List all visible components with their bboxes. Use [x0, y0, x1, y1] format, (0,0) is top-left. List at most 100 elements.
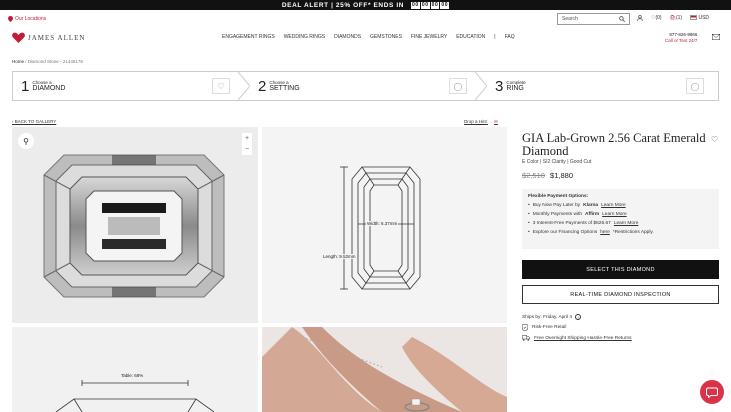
- truck-icon: [522, 335, 530, 341]
- nav-diamonds[interactable]: DIAMONDS: [334, 34, 361, 40]
- wishlist-link[interactable]: ♡(0): [651, 15, 662, 21]
- payment-brand: Affirm: [585, 212, 600, 217]
- shield-check-icon: [522, 324, 528, 331]
- payment-text: Buy Now Pay Later by: [532, 203, 581, 208]
- chat-icon[interactable]: [700, 380, 724, 404]
- step-choose-setting[interactable]: 2 Choose a SETTING ◯: [244, 72, 487, 100]
- drop-a-hint-label: Drop a Hint: [464, 119, 487, 124]
- bullet: •: [528, 230, 530, 235]
- nav-wedding-rings[interactable]: WEDDING RINGS: [284, 34, 325, 40]
- real-time-inspection-button[interactable]: REAL-TIME DIAMOND INSPECTION: [522, 285, 719, 304]
- hand-wearing-ring-photo: [262, 327, 507, 412]
- main-nav: ENGAGEMENT RINGS WEDDING RINGS DIAMONDS …: [222, 34, 515, 40]
- step-complete-ring[interactable]: 3 Complete RING ◯: [481, 72, 718, 100]
- nav-gemstones[interactable]: GEMSTONES: [370, 34, 402, 40]
- bullet: •: [528, 221, 530, 226]
- countdown-timer: 00 00 00 00: [411, 1, 450, 9]
- top-bar: Our Locations Search ♡(0) 🛍(1) USD: [0, 10, 731, 30]
- payment-text: 3 Interest-Free Payments of $626.67: [532, 221, 611, 226]
- deal-alert-text: DEAL ALERT | 25% OFF* ENDS IN: [281, 1, 405, 9]
- zoom-out-icon[interactable]: −: [245, 146, 249, 153]
- nav-education[interactable]: EDUCATION: [456, 34, 485, 40]
- nav-engagement-rings[interactable]: ENGAGEMENT RINGS: [222, 34, 275, 40]
- diamond-profile-diagram: [55, 380, 215, 412]
- search-icon[interactable]: [619, 16, 625, 22]
- diamond-outline-icon: ♡: [212, 78, 230, 94]
- payment-brand: Klarna: [583, 203, 599, 208]
- interest-free-learn-more-link[interactable]: Learn More: [614, 221, 639, 226]
- drop-a-hint-link[interactable]: Drop a Hint ✉: [464, 119, 498, 125]
- payment-text: Monthly Payments with: [532, 212, 583, 217]
- zoom-controls: + −: [242, 133, 252, 155]
- timer-seconds: 00: [440, 1, 450, 9]
- product-title: GIA Lab-Grown 2.56 Carat Emerald Diamond: [522, 131, 706, 158]
- risk-free-text: Risk-Free Retail: [532, 325, 567, 330]
- info-icon[interactable]: i: [575, 314, 582, 320]
- step-arrow: [238, 72, 250, 100]
- step-number: 3: [495, 77, 504, 95]
- nav-faq[interactable]: FAQ: [505, 34, 515, 40]
- timer-hours: 00: [420, 1, 430, 9]
- cart-link[interactable]: 🛍(1): [670, 15, 682, 21]
- mail-icon[interactable]: [712, 34, 720, 40]
- back-to-gallery-link[interactable]: ‹ BACK TO GALLERY: [12, 119, 56, 124]
- step-big-label: DIAMOND: [32, 85, 66, 92]
- site-logo[interactable]: JAMES ALLEN: [12, 32, 85, 43]
- step-number: 1: [21, 77, 30, 95]
- currency-selector[interactable]: USD: [690, 15, 709, 21]
- restrictions-note: *Restrictions Apply.: [612, 230, 654, 235]
- chat-text[interactable]: Call or Text 24/7: [665, 38, 697, 44]
- our-locations-link[interactable]: Our Locations: [8, 16, 46, 22]
- back-to-gallery-label: BACK TO GALLERY: [14, 119, 57, 124]
- header-icons: ♡(0) 🛍(1) USD: [637, 15, 709, 21]
- table-percent-label: Table: 68%: [121, 373, 144, 378]
- timer-minutes: 00: [430, 1, 440, 9]
- search-placeholder: Search: [562, 16, 578, 22]
- price-block: $2,510 $1,880: [522, 171, 573, 180]
- zoom-in-icon[interactable]: +: [245, 135, 249, 142]
- complete-ring-icon: ◯: [686, 78, 704, 94]
- zoom-search-icon[interactable]: ⚲: [18, 133, 34, 149]
- original-price: $2,510: [522, 171, 545, 180]
- logo-text: JAMES ALLEN: [28, 33, 86, 42]
- sale-price: $1,880: [550, 171, 573, 180]
- wishlist-heart-icon[interactable]: ♡: [711, 135, 718, 144]
- contact-block[interactable]: 877-826-9866 Call or Text 24/7: [665, 32, 697, 44]
- breadcrumb-section[interactable]: Diamond Stone: [28, 59, 59, 64]
- step-choose-diamond[interactable]: 1 Choose a DIAMOND ♡: [13, 72, 250, 100]
- financing-here-link[interactable]: here: [600, 230, 610, 235]
- payment-option-klarna: • Buy Now Pay Later by Klarna Learn More: [528, 203, 713, 208]
- breadcrumb-sku: 21445178: [62, 59, 83, 64]
- affirm-learn-more-link[interactable]: Learn More: [602, 212, 627, 217]
- search-input[interactable]: Search: [557, 13, 630, 25]
- diamond-photo-panel[interactable]: ⚲ + −: [12, 127, 258, 323]
- diamond-diagram-panel: Width: 6.37mm Length: 9.52mm: [262, 127, 507, 323]
- our-locations-label: Our Locations: [15, 16, 47, 22]
- account-icon[interactable]: [637, 15, 643, 21]
- ships-by: Ships by: Friday, April 4 i: [522, 314, 582, 320]
- step-arrow: [475, 72, 487, 100]
- hand-photo-panel[interactable]: [262, 327, 507, 412]
- nav-divider: |: [494, 34, 496, 40]
- timer-days: 00: [411, 1, 420, 9]
- bullet: •: [528, 203, 530, 208]
- nav-fine-jewelry[interactable]: FINE JEWELRY: [411, 34, 447, 40]
- klarna-learn-more-link[interactable]: Learn More: [601, 203, 626, 208]
- payment-option-financing: • Explore our Financing Options here *Re…: [528, 230, 713, 235]
- ring-builder-steps: 1 Choose a DIAMOND ♡ 2 Choose a SETTING ◯ …: [12, 71, 719, 101]
- step-big-label: RING: [506, 85, 524, 92]
- currency-label: USD: [698, 15, 710, 21]
- free-shipping[interactable]: Free Overnight Shipping Hassle-Free Retu…: [522, 335, 632, 341]
- heart-logo-icon: [12, 32, 25, 43]
- select-this-diamond-button[interactable]: SELECT THIS DIAMOND: [522, 260, 719, 279]
- ships-by-text: Ships by: Friday, April 4: [522, 314, 573, 320]
- step-big-label: SETTING: [269, 85, 300, 92]
- envelope-icon: ✉: [494, 119, 498, 124]
- payment-text: Explore our Financing Options: [532, 230, 598, 235]
- breadcrumb-home[interactable]: Home: [12, 59, 24, 64]
- wishlist-count: (0): [655, 15, 662, 21]
- free-shipping-text[interactable]: Free Overnight Shipping Hassle-Free Retu…: [534, 336, 632, 341]
- product-specs: E Color | SI2 Clarity | Good Cut: [522, 159, 592, 165]
- us-flag-icon: [690, 15, 698, 21]
- breadcrumb: Home / Diamond Stone - 21445178: [12, 59, 83, 64]
